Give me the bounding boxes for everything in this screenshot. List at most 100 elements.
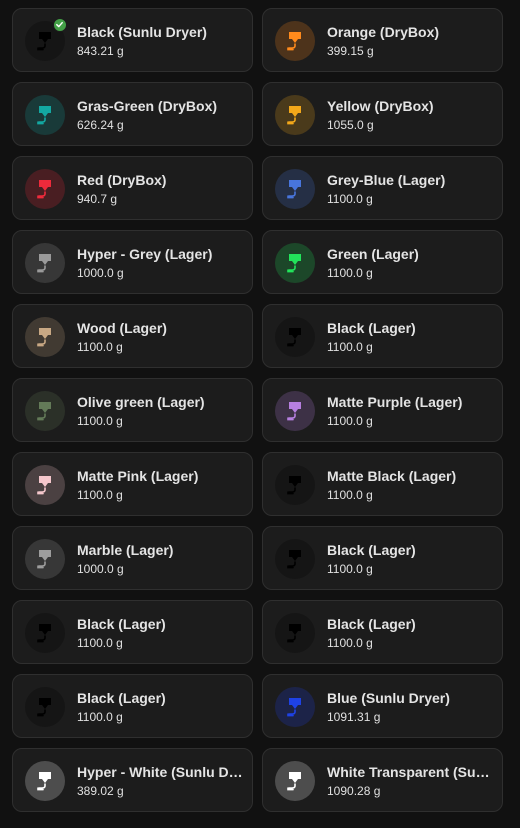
spool-name: Black (Lager)	[77, 616, 166, 632]
spool-card[interactable]: Matte Purple (Lager) 1100.0 g	[262, 378, 503, 442]
spool-name: Black (Lager)	[327, 542, 416, 558]
spool-color-badge	[25, 95, 65, 135]
spool-card[interactable]: Black (Lager) 1100.0 g	[262, 600, 503, 664]
spool-card[interactable]: Wood (Lager) 1100.0 g	[12, 304, 253, 368]
nozzle-icon	[37, 402, 51, 421]
spool-color-badge	[275, 95, 315, 135]
spool-card[interactable]: Blue (Sunlu Dryer) 1091.31 g	[262, 674, 503, 738]
spool-weight: 389.02 g	[77, 784, 124, 798]
spool-name: Gras-Green (DryBox)	[77, 98, 218, 114]
spool-card[interactable]: Matte Pink (Lager) 1100.0 g	[12, 452, 253, 516]
spool-weight: 1100.0 g	[327, 266, 373, 280]
spool-card[interactable]: Matte Black (Lager) 1100.0 g	[262, 452, 503, 516]
spool-name: Matte Purple (Lager)	[327, 394, 463, 410]
nozzle-icon	[287, 328, 301, 347]
spool-name: Hyper - White (Sunlu Dryer)	[77, 764, 247, 780]
spool-card[interactable]: Gras-Green (DryBox) 626.24 g	[12, 82, 253, 146]
spool-name: Green (Lager)	[327, 246, 419, 262]
spool-card[interactable]: Black (Lager) 1100.0 g	[262, 304, 503, 368]
spool-card[interactable]: Black (Sunlu Dryer) 843.21 g	[12, 8, 253, 72]
spool-name: Yellow (DryBox)	[327, 98, 434, 114]
spool-name: Black (Lager)	[77, 690, 166, 706]
spool-color-badge	[25, 613, 65, 653]
nozzle-icon	[37, 32, 51, 51]
check-circle-icon	[53, 18, 67, 32]
spool-name: Red (DryBox)	[77, 172, 167, 188]
nozzle-icon	[287, 180, 301, 199]
spool-weight: 1100.0 g	[327, 562, 373, 576]
spool-weight: 1100.0 g	[77, 340, 123, 354]
spool-name: Grey-Blue (Lager)	[327, 172, 446, 188]
spool-weight: 1100.0 g	[327, 414, 373, 428]
spool-weight: 1100.0 g	[77, 414, 123, 428]
spool-name: Hyper - Grey (Lager)	[77, 246, 213, 262]
spool-card[interactable]: Red (DryBox) 940.7 g	[12, 156, 253, 220]
nozzle-icon	[287, 254, 301, 273]
spool-name: Olive green (Lager)	[77, 394, 205, 410]
nozzle-icon	[287, 624, 301, 643]
spool-weight: 1055.0 g	[327, 118, 374, 132]
spool-weight: 1090.28 g	[327, 784, 381, 798]
spool-card[interactable]: Black (Lager) 1100.0 g	[262, 526, 503, 590]
spool-color-badge	[275, 391, 315, 431]
spool-card[interactable]: Orange (DryBox) 399.15 g	[262, 8, 503, 72]
spool-card[interactable]: Yellow (DryBox) 1055.0 g	[262, 82, 503, 146]
nozzle-icon	[287, 476, 301, 495]
spool-card[interactable]: White Transparent (Sunlu Dryer) 1090.28 g	[262, 748, 503, 812]
spool-card[interactable]: Black (Lager) 1100.0 g	[12, 600, 253, 664]
spool-color-badge	[275, 243, 315, 283]
spool-name: Black (Sunlu Dryer)	[77, 24, 207, 40]
spool-card[interactable]: Green (Lager) 1100.0 g	[262, 230, 503, 294]
spool-weight: 940.7 g	[77, 192, 118, 206]
spool-weight: 626.24 g	[77, 118, 124, 132]
spool-color-badge	[275, 687, 315, 727]
spool-name: Matte Pink (Lager)	[77, 468, 199, 484]
nozzle-icon	[287, 402, 301, 421]
spool-card[interactable]: Olive green (Lager) 1100.0 g	[12, 378, 253, 442]
spool-color-badge	[275, 465, 315, 505]
nozzle-icon	[37, 772, 51, 791]
spool-card[interactable]: Black (Lager) 1100.0 g	[12, 674, 253, 738]
nozzle-icon	[287, 32, 301, 51]
nozzle-icon	[37, 624, 51, 643]
spool-card[interactable]: Hyper - Grey (Lager) 1000.0 g	[12, 230, 253, 294]
spool-color-badge	[275, 317, 315, 357]
spool-color-badge	[25, 317, 65, 357]
spool-color-badge	[25, 243, 65, 283]
spool-weight: 399.15 g	[327, 44, 374, 58]
filament-spool-grid: Black (Sunlu Dryer) 843.21 g Orange (DryBo…	[0, 0, 520, 828]
spool-card[interactable]: Grey-Blue (Lager) 1100.0 g	[262, 156, 503, 220]
nozzle-icon	[287, 698, 301, 717]
spool-card[interactable]: Hyper - White (Sunlu Dryer) 389.02 g	[12, 748, 253, 812]
spool-card[interactable]: Marble (Lager) 1000.0 g	[12, 526, 253, 590]
nozzle-icon	[37, 476, 51, 495]
nozzle-icon	[287, 106, 301, 125]
spool-weight: 1000.0 g	[77, 266, 124, 280]
spool-color-badge	[25, 391, 65, 431]
spool-weight: 1100.0 g	[327, 636, 373, 650]
spool-weight: 1100.0 g	[77, 710, 123, 724]
spool-color-badge	[25, 539, 65, 579]
spool-weight: 1100.0 g	[327, 488, 373, 502]
spool-color-badge	[25, 465, 65, 505]
spool-weight: 1100.0 g	[77, 488, 123, 502]
spool-weight: 1091.31 g	[327, 710, 381, 724]
spool-weight: 843.21 g	[77, 44, 124, 58]
spool-name: Marble (Lager)	[77, 542, 174, 558]
spool-color-badge	[25, 169, 65, 209]
spool-name: Matte Black (Lager)	[327, 468, 457, 484]
spool-weight: 1100.0 g	[77, 636, 123, 650]
nozzle-icon	[287, 550, 301, 569]
spool-color-badge	[25, 761, 65, 801]
spool-weight: 1000.0 g	[77, 562, 124, 576]
spool-color-badge	[275, 169, 315, 209]
spool-weight: 1100.0 g	[327, 340, 373, 354]
nozzle-icon	[37, 106, 51, 125]
spool-name: Black (Lager)	[327, 616, 416, 632]
spool-color-badge	[25, 687, 65, 727]
spool-color-badge	[275, 613, 315, 653]
nozzle-icon	[37, 550, 51, 569]
spool-name: White Transparent (Sunlu Dryer)	[327, 764, 497, 780]
spool-weight: 1100.0 g	[327, 192, 373, 206]
spool-name: Wood (Lager)	[77, 320, 167, 336]
